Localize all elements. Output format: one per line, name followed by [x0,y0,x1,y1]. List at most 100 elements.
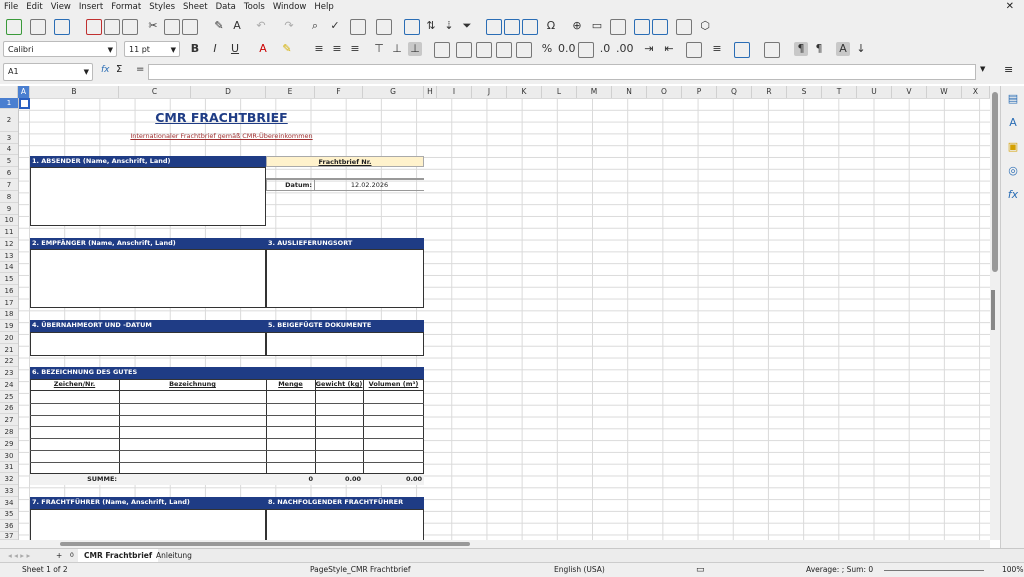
pickup-box[interactable] [30,332,266,356]
row-header[interactable]: 30 [0,450,18,462]
row-header[interactable]: 35 [0,509,18,520]
subsequent-carrier-box[interactable] [266,509,424,540]
clone-formatting-icon[interactable]: ✎ [212,19,226,33]
column-header[interactable]: A [18,86,30,98]
align-left-icon[interactable]: ≡ [312,42,326,56]
documents-box[interactable] [266,332,424,356]
row-header[interactable]: 17 [0,297,18,309]
cut-icon[interactable]: ✂ [146,19,160,33]
decrease-indent-icon[interactable]: ⇤ [662,42,676,56]
spelling-icon[interactable]: ✓ [328,19,342,33]
column-header[interactable]: B [30,86,119,98]
underline-icon[interactable]: U [228,42,242,56]
font-size-combo[interactable]: 11 pt ▼ [124,41,180,57]
sum-quantity[interactable]: 0 [266,474,315,485]
split-window-icon[interactable] [676,19,692,35]
merge-center-icon[interactable] [456,42,472,58]
row-icon[interactable] [350,19,366,35]
column-header[interactable]: D [191,86,266,98]
row-header[interactable]: 11 [0,226,18,238]
row-header[interactable]: 13 [0,250,18,262]
expand-formula-bar-icon[interactable]: ▼ [980,65,985,73]
menu-insert[interactable]: Insert [75,0,107,14]
menu-view[interactable]: View [47,0,75,14]
highlight-color-icon[interactable]: ✎ [280,42,294,56]
insert-chart-icon[interactable] [504,19,520,35]
functions-icon[interactable]: fx [1006,188,1020,202]
print-preview-icon[interactable] [122,19,138,35]
column-header[interactable]: W [927,86,962,98]
column-header[interactable]: L [542,86,577,98]
bold-icon[interactable]: B [188,42,202,56]
row-header[interactable]: 31 [0,462,18,473]
column-header[interactable]: U [857,86,892,98]
gallery-icon[interactable]: ▣ [1006,140,1020,154]
date-field[interactable]: 12.02.2026 [315,179,424,191]
copy-icon[interactable] [164,19,180,35]
zoom-slider[interactable] [884,570,984,571]
border-style-icon[interactable]: ≡ [710,42,724,56]
row-header[interactable]: 19 [0,320,18,332]
column-header[interactable]: R [752,86,787,98]
column-header[interactable]: E [266,86,315,98]
function-wizard-icon[interactable]: fx [101,65,110,75]
column-header[interactable]: O [647,86,682,98]
row-header[interactable]: 26 [0,403,18,414]
autofilter-icon[interactable]: ⏷ [460,19,474,33]
sum-icon[interactable]: Σ [116,64,122,75]
sum-weight[interactable]: 0.00 [315,474,363,485]
pivot-table-icon[interactable] [522,19,538,35]
align-top-icon[interactable]: ⊤ [372,42,386,56]
spreadsheet-grid[interactable]: CMR FRACHTBRIEF Internationaler Frachtbr… [19,98,990,540]
align-center-icon[interactable]: ≡ [330,42,344,56]
tab-anleitung[interactable]: Anleitung [150,549,198,562]
formula-icon[interactable]: = [136,64,144,75]
row-header[interactable]: 8 [0,191,18,203]
unmerge-cells-icon[interactable] [496,42,512,58]
align-right-icon[interactable]: ≡ [348,42,362,56]
column-header[interactable]: J [472,86,507,98]
font-name-combo[interactable]: Calibri ▼ [3,41,117,57]
row-header[interactable]: 6 [0,167,18,179]
row-header[interactable]: 15 [0,273,18,285]
row-header[interactable]: 7 [0,179,18,191]
define-print-area-icon[interactable] [634,19,650,35]
right-to-left-icon[interactable]: ¶ [812,42,826,56]
increase-indent-icon[interactable]: ⇥ [642,42,656,56]
menu-file[interactable]: File [0,0,22,14]
menu-data[interactable]: Data [212,0,240,14]
column-header[interactable]: P [682,86,717,98]
name-box[interactable]: A1 ▼ [3,63,93,81]
select-all-corner[interactable] [0,86,18,98]
column-header[interactable]: V [892,86,927,98]
comment-icon[interactable]: ▭ [590,19,604,33]
row-header[interactable]: 27 [0,414,18,426]
menu-format[interactable]: Format [107,0,145,14]
column-header[interactable]: T [822,86,857,98]
selection-mode-icon[interactable]: ▭ [696,563,705,577]
row-header[interactable]: 4 [0,144,18,155]
row-header[interactable]: 32 [0,473,18,485]
export-pdf-icon[interactable] [86,19,102,35]
left-to-right-icon[interactable]: ¶ [794,42,808,56]
new-document-icon[interactable] [6,19,22,35]
recipient-box[interactable] [30,249,266,308]
column-header[interactable]: M [577,86,612,98]
menu-help[interactable]: Help [310,0,337,14]
sort-icon[interactable]: ⇅ [424,19,438,33]
sender-box[interactable] [30,167,266,226]
row-header[interactable]: 2 [0,109,18,132]
column-header[interactable]: N [612,86,647,98]
navigator-icon[interactable]: ◎ [1006,164,1020,178]
headers-icon[interactable] [404,19,420,35]
insert-image-icon[interactable] [486,19,502,35]
column-header[interactable]: C [119,86,191,98]
row-header[interactable]: 23 [0,367,18,379]
row-header[interactable]: 21 [0,344,18,356]
carrier-box[interactable] [30,509,266,540]
horizontal-scroll-thumb[interactable] [60,542,470,546]
row-header[interactable]: 14 [0,262,18,273]
wrap-text-icon[interactable] [434,42,450,58]
column-header[interactable]: H [424,86,437,98]
menu-window[interactable]: Window [269,0,311,14]
